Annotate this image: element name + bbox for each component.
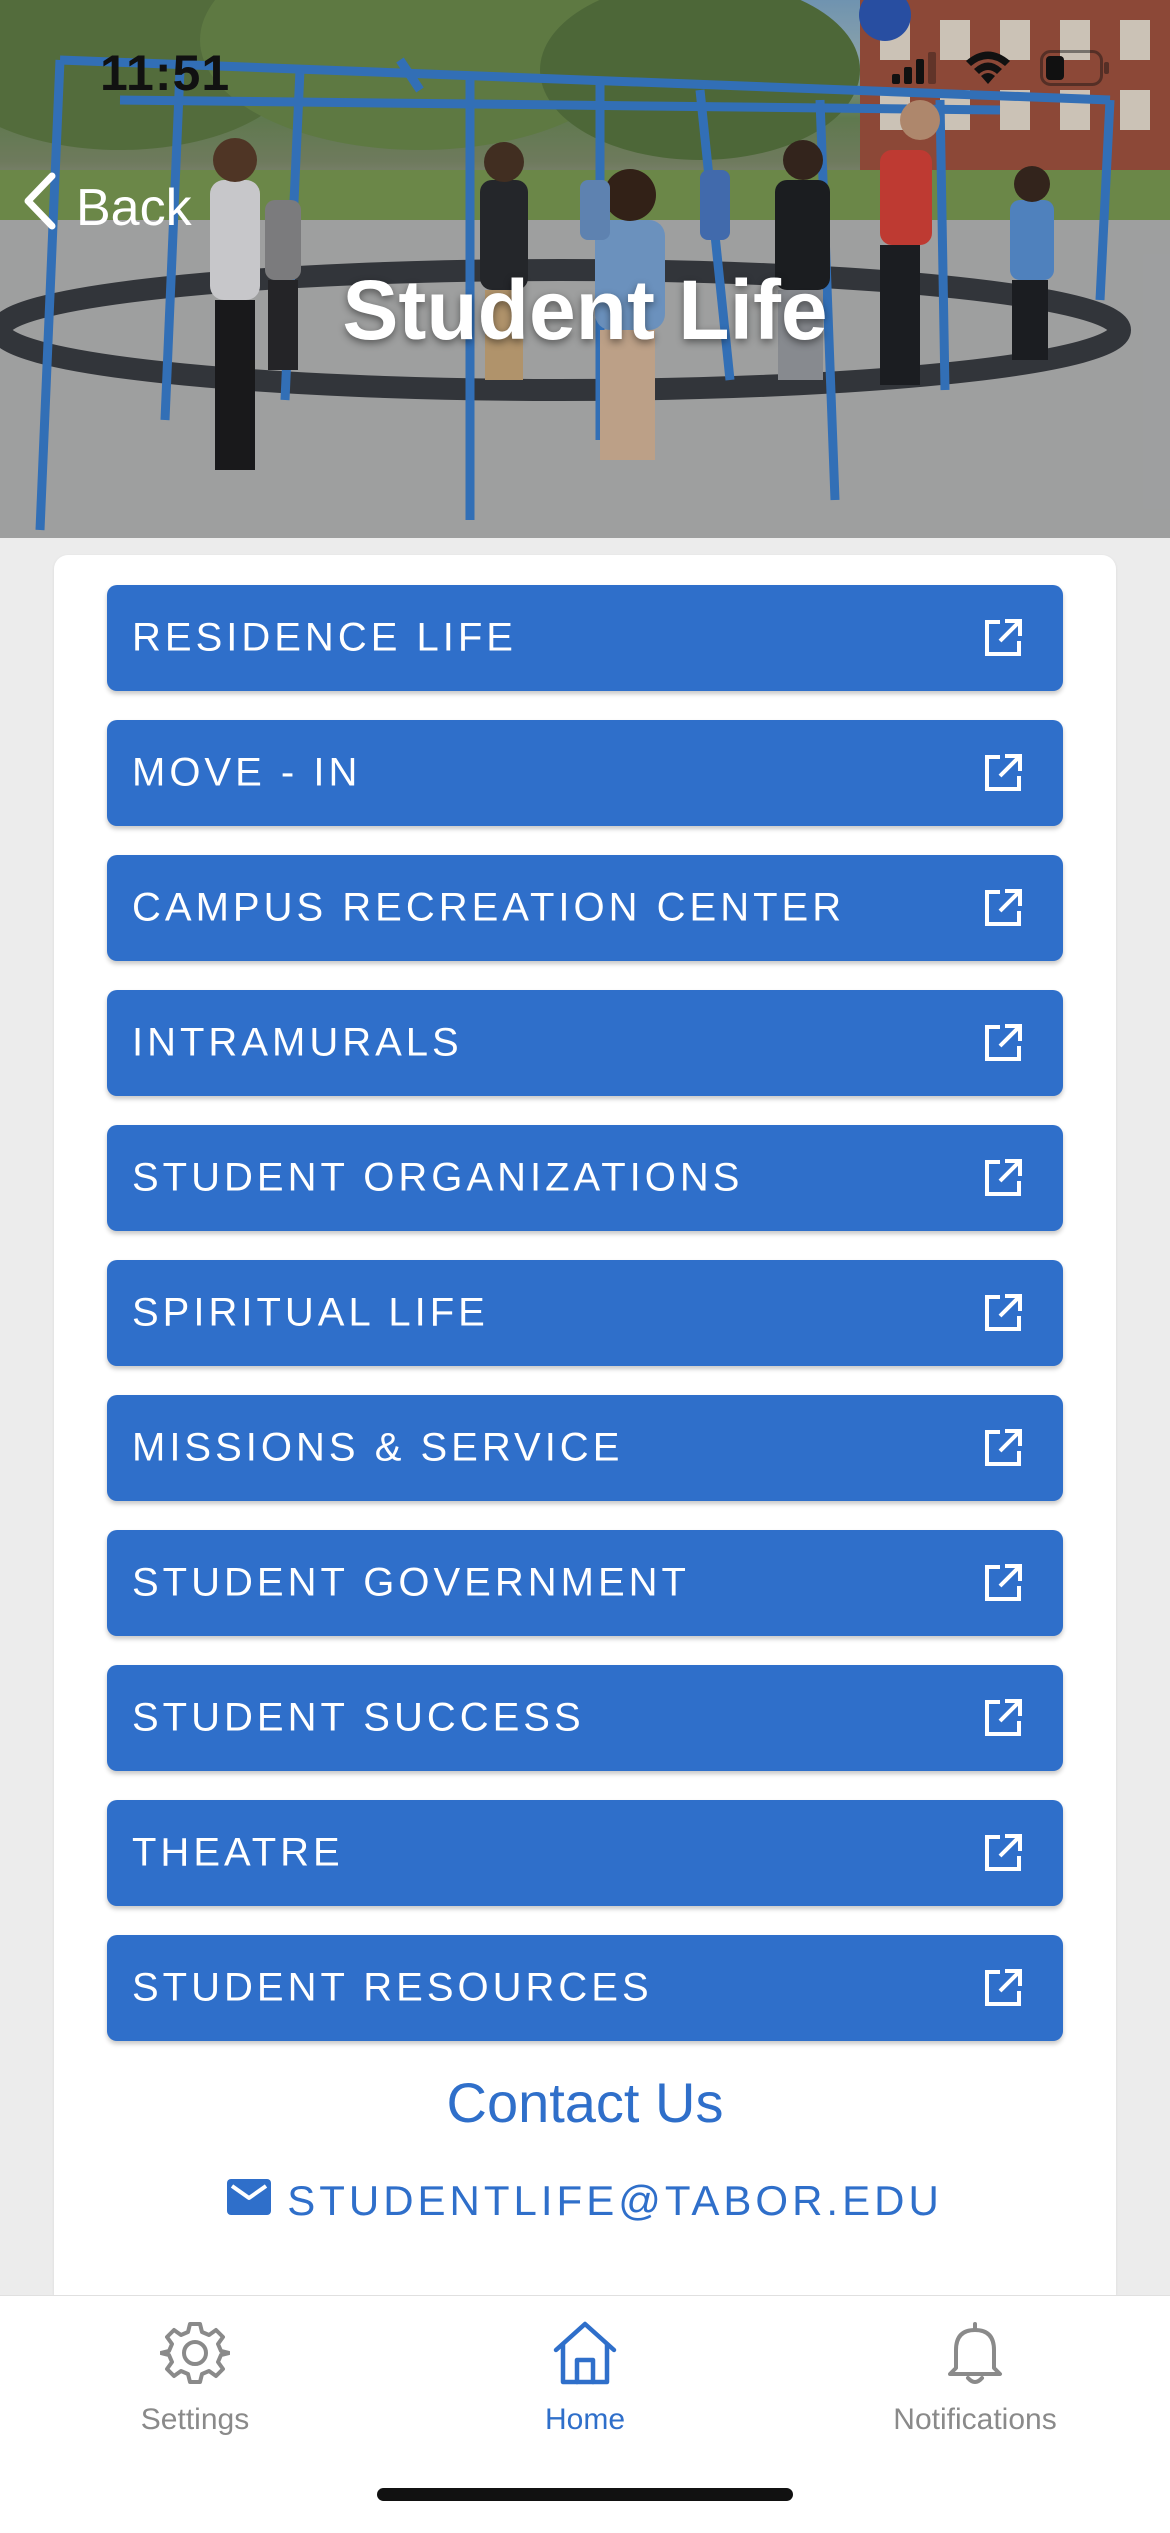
status-icons — [892, 50, 1110, 91]
content-card: RESIDENCE LIFE MOVE - IN CAMPUS RECREATI… — [54, 555, 1116, 2295]
battery-icon — [1040, 50, 1110, 91]
external-link-icon — [983, 1563, 1023, 1603]
home-icon — [550, 2321, 620, 2392]
contact-title: Contact Us — [446, 2071, 724, 2134]
link-label: THEATRE — [132, 1830, 344, 1875]
tab-label: Home — [544, 2403, 626, 2436]
link-student-organizations[interactable]: STUDENT ORGANIZATIONS — [107, 1125, 1063, 1231]
mail-icon — [227, 2177, 272, 2225]
tab-settings[interactable]: Settings — [0, 2318, 390, 2437]
chevron-left-icon — [22, 172, 56, 243]
external-link-icon — [983, 1158, 1023, 1198]
tab-notifications[interactable]: Notifications — [780, 2318, 1170, 2437]
bell-icon — [940, 2322, 1010, 2392]
link-label: MISSIONS & SERVICE — [132, 1425, 624, 1470]
link-move-in[interactable]: MOVE - IN — [107, 720, 1063, 826]
link-list: RESIDENCE LIFE MOVE - IN CAMPUS RECREATI… — [107, 585, 1063, 2070]
contact-email-link[interactable]: STUDENTLIFE@TABOR.EDU — [54, 2177, 1116, 2225]
external-link-icon — [983, 1968, 1023, 2008]
link-label: RESIDENCE LIFE — [132, 615, 517, 660]
link-label: MOVE - IN — [132, 750, 362, 795]
external-link-icon — [983, 1833, 1023, 1873]
link-student-government[interactable]: STUDENT GOVERNMENT — [107, 1530, 1063, 1636]
wifi-icon — [964, 50, 1012, 91]
signal-icon — [892, 52, 936, 89]
hero-banner: 11:51 Back Student Life — [0, 0, 1170, 538]
link-student-resources[interactable]: STUDENT RESOURCES — [107, 1935, 1063, 2041]
external-link-icon — [983, 1023, 1023, 1063]
link-label: CAMPUS RECREATION CENTER — [132, 885, 846, 930]
back-label: Back — [76, 178, 192, 237]
external-link-icon — [983, 753, 1023, 793]
link-label: STUDENT GOVERNMENT — [132, 1560, 690, 1605]
status-bar: 11:51 — [0, 0, 1170, 140]
external-link-icon — [983, 618, 1023, 658]
tab-home[interactable]: Home — [390, 2318, 780, 2437]
link-label: STUDENT RESOURCES — [132, 1965, 653, 2010]
link-intramurals[interactable]: INTRAMURALS — [107, 990, 1063, 1096]
contact-email: STUDENTLIFE@TABOR.EDU — [287, 2177, 943, 2224]
external-link-icon — [983, 1698, 1023, 1738]
status-time: 11:51 — [100, 45, 231, 101]
external-link-icon — [983, 1293, 1023, 1333]
link-label: STUDENT SUCCESS — [132, 1695, 585, 1740]
link-label: SPIRITUAL LIFE — [132, 1290, 489, 1335]
back-button[interactable]: Back — [22, 172, 192, 243]
external-link-icon — [983, 1428, 1023, 1468]
link-residence-life[interactable]: RESIDENCE LIFE — [107, 585, 1063, 691]
link-label: INTRAMURALS — [132, 1020, 463, 1065]
link-spiritual-life[interactable]: SPIRITUAL LIFE — [107, 1260, 1063, 1366]
tab-label: Notifications — [893, 2403, 1057, 2436]
link-missions-service[interactable]: MISSIONS & SERVICE — [107, 1395, 1063, 1501]
tab-label: Settings — [140, 2403, 250, 2436]
link-campus-recreation-center[interactable]: CAMPUS RECREATION CENTER — [107, 855, 1063, 961]
link-label: STUDENT ORGANIZATIONS — [132, 1155, 744, 1200]
gear-icon — [159, 2322, 231, 2392]
link-student-success[interactable]: STUDENT SUCCESS — [107, 1665, 1063, 1771]
page-title: Student Life — [342, 263, 828, 357]
external-link-icon — [983, 888, 1023, 928]
link-theatre[interactable]: THEATRE — [107, 1800, 1063, 1906]
home-indicator — [377, 2488, 793, 2501]
